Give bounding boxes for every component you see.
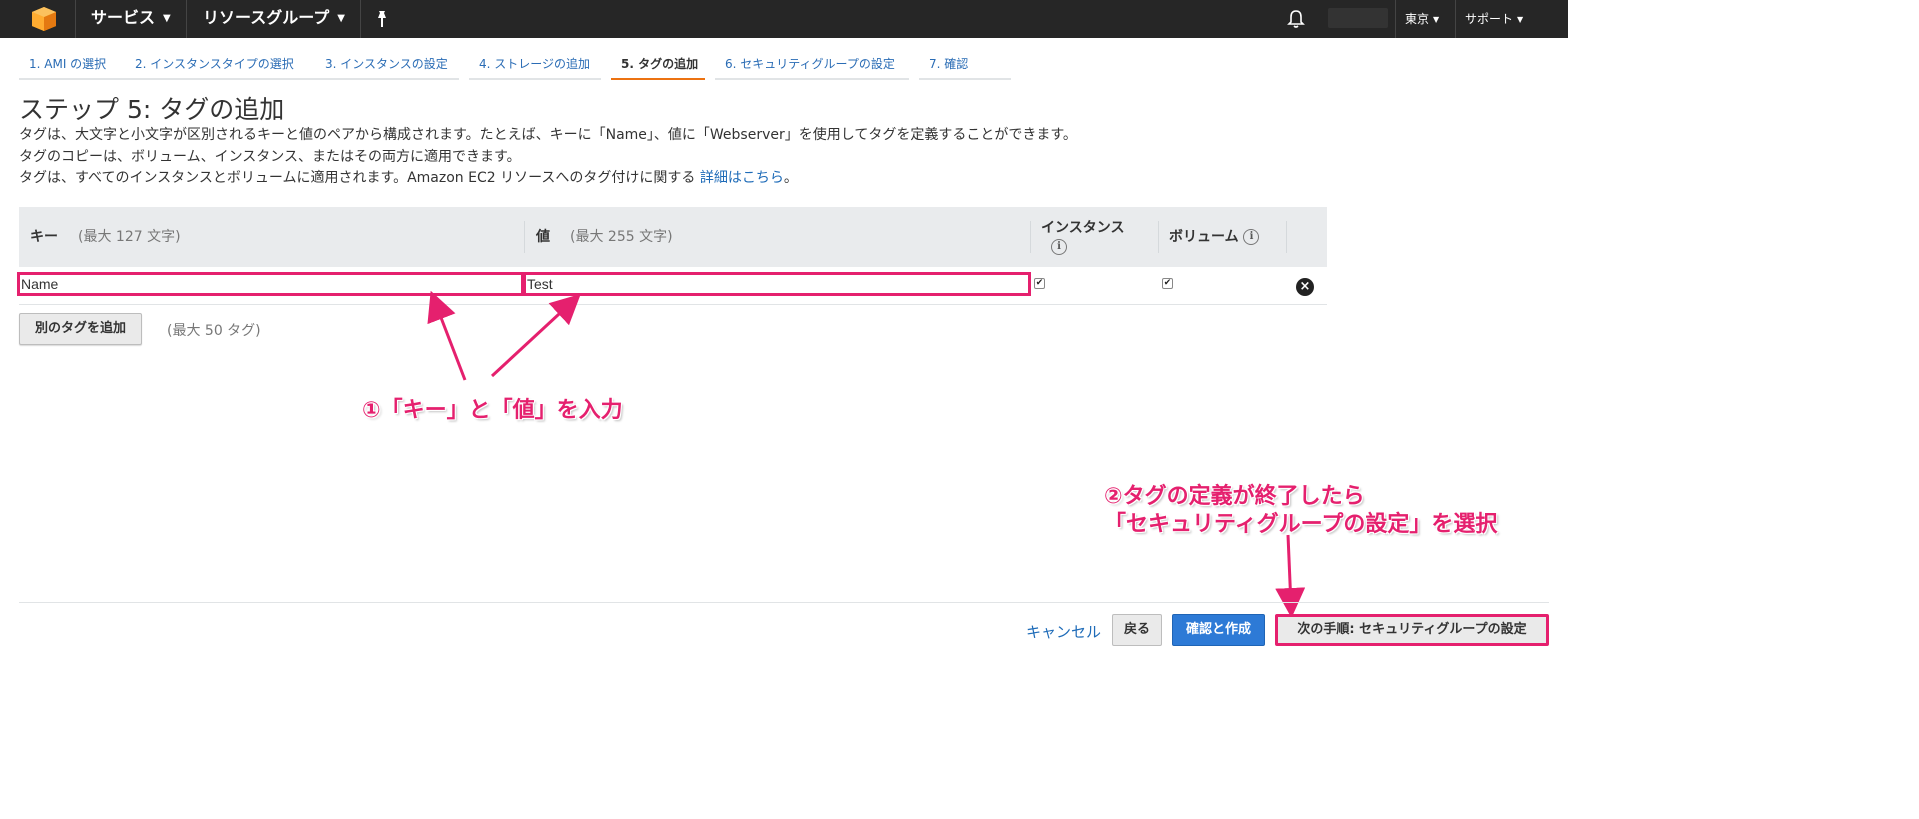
back-button[interactable]: 戻る xyxy=(1112,614,1162,646)
annotation-arrows xyxy=(427,290,1306,618)
next-security-group-button[interactable]: 次の手順: セキュリティグループの設定 xyxy=(1275,614,1549,646)
annotation-step-2-line-2: 「セキュリティグループの設定」を選択 xyxy=(1104,512,1498,537)
review-and-launch-button[interactable]: 確認と作成 xyxy=(1172,614,1265,646)
arrow-to-next-button xyxy=(1275,534,1306,618)
arrow-to-value-input xyxy=(490,293,581,378)
arrow-to-key-input xyxy=(427,290,467,381)
cancel-link[interactable]: キャンセル xyxy=(1026,621,1101,642)
annotation-step-1: ①「キー」と「値」を入力 xyxy=(362,398,623,423)
footer-divider xyxy=(19,602,1549,603)
